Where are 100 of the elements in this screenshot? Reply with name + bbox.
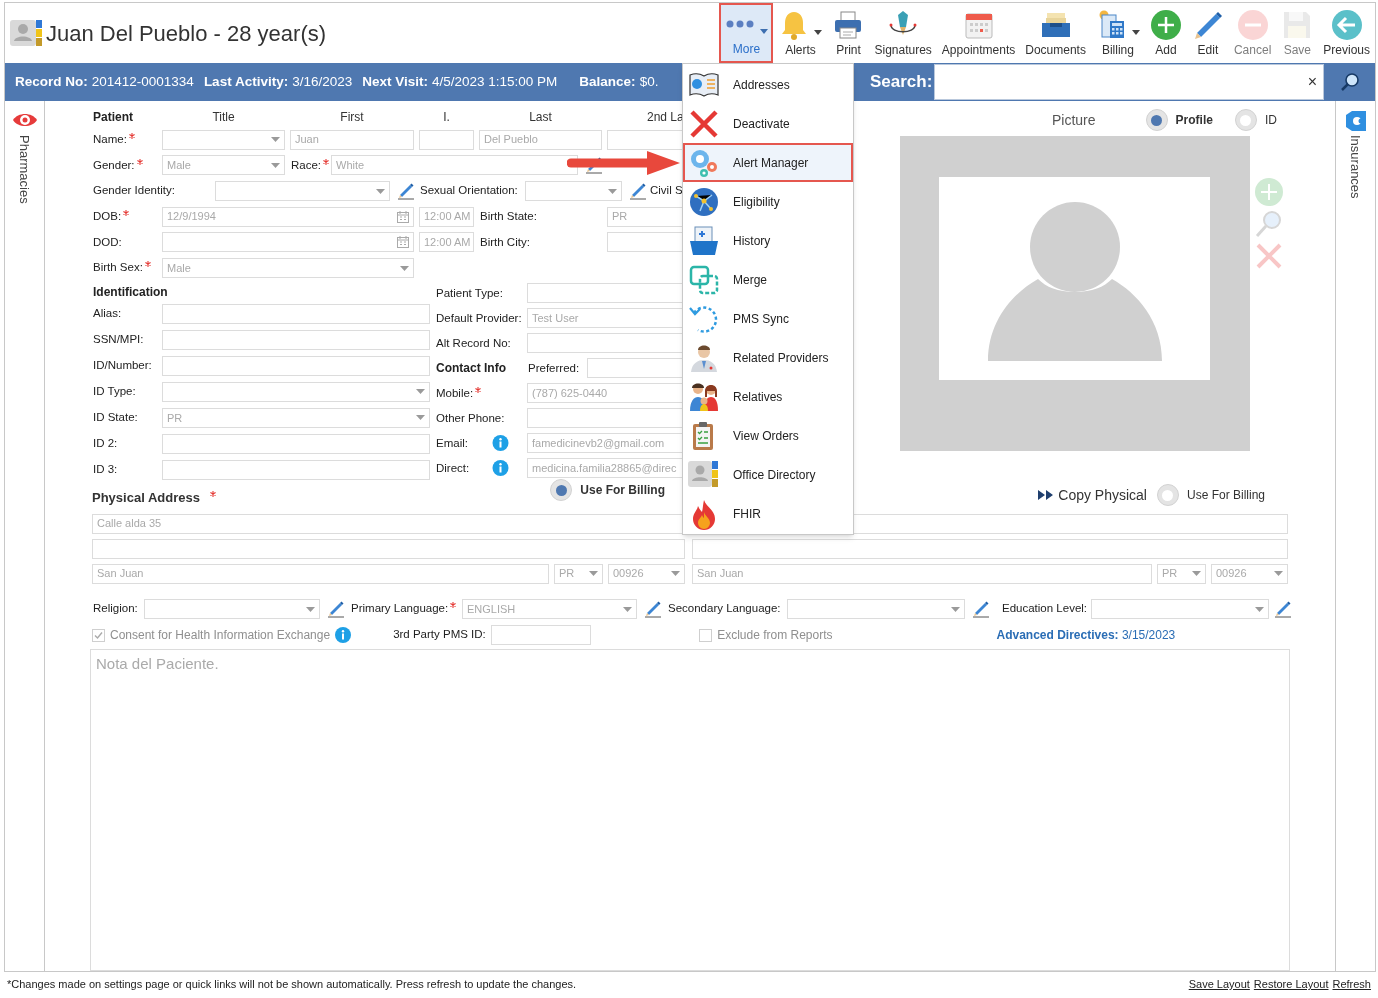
dropdown[interactable] <box>525 181 622 201</box>
calendar-icon[interactable] <box>397 236 409 249</box>
field-label: Gender Identity: <box>93 183 175 199</box>
radio-button[interactable] <box>1234 109 1257 131</box>
field-label: Secondary Language: <box>668 601 781 617</box>
menu-item[interactable]: History <box>683 221 853 260</box>
input-field[interactable] <box>162 355 430 376</box>
input-field[interactable] <box>419 129 474 150</box>
menu-item[interactable]: Eligibility <box>683 182 853 221</box>
input-field[interactable] <box>162 329 430 350</box>
notes-field[interactable]: Nota del Paciente. <box>90 649 1290 971</box>
input-field[interactable] <box>527 283 683 304</box>
input-field[interactable] <box>162 433 430 454</box>
eye-icon[interactable] <box>11 111 38 129</box>
field-label: Birth State: <box>480 209 537 225</box>
info-icon[interactable] <box>335 627 352 643</box>
toolbar-button[interactable]: Print <box>827 3 870 63</box>
dropdown[interactable] <box>144 599 320 619</box>
tag-icon[interactable] <box>1343 111 1368 131</box>
search-icon <box>1339 72 1360 92</box>
pencil-icon[interactable] <box>326 599 346 619</box>
clear-button[interactable]: × <box>1307 70 1317 94</box>
radio-label[interactable]: Use For Billing <box>1186 486 1265 504</box>
field-label: Email: <box>436 435 468 451</box>
dropdown[interactable] <box>162 381 430 402</box>
menu-item[interactable]: View Orders <box>683 416 853 455</box>
pencil-icon[interactable] <box>643 599 663 619</box>
caret-icon <box>1274 571 1283 576</box>
dropdown[interactable] <box>787 599 965 619</box>
toolbar-button[interactable]: Edit <box>1186 3 1229 63</box>
advanced-directives-link[interactable]: Advanced Directives: 3/15/2023 <box>996 626 1176 644</box>
input-field[interactable] <box>527 408 683 429</box>
side-tab[interactable]: Pharmacies <box>14 135 35 204</box>
pencil-icon[interactable] <box>628 181 648 201</box>
field-label: Other Phone: <box>436 410 505 426</box>
patient-card-icon <box>10 18 42 48</box>
column-header: First <box>339 108 365 126</box>
radio-label[interactable]: Profile <box>1175 111 1213 129</box>
radio-button[interactable] <box>550 479 573 501</box>
radio-button[interactable] <box>1156 484 1179 506</box>
toolbar-button[interactable]: More <box>719 3 774 63</box>
info-value: 3/16/2023 <box>292 72 353 91</box>
field-label: ID State: <box>93 410 138 426</box>
menu-item[interactable]: Office Directory <box>683 455 853 494</box>
input-field[interactable] <box>692 538 1288 559</box>
field-label: ID/Number: <box>93 358 152 374</box>
input-field[interactable] <box>162 459 430 480</box>
menu-item[interactable]: PMS Sync <box>683 299 853 338</box>
side-tab[interactable]: Insurances <box>1345 135 1366 199</box>
menu-item[interactable]: FHIR <box>683 494 853 533</box>
caret-icon <box>951 606 960 612</box>
input-field[interactable] <box>527 333 683 354</box>
input-field[interactable] <box>607 129 684 150</box>
caret-icon <box>306 606 315 612</box>
calendar-icon[interactable] <box>397 210 409 223</box>
input-field[interactable] <box>491 625 592 645</box>
menu-item[interactable]: Deactivate <box>683 104 853 143</box>
field-label: Name: <box>93 131 127 147</box>
menu-item[interactable]: Merge <box>683 260 853 299</box>
column-header: I. <box>442 108 451 126</box>
date-field[interactable] <box>162 232 414 253</box>
field-label: 3rd Party PMS ID: <box>393 627 486 643</box>
footer-link[interactable]: Save Layout <box>1188 976 1250 993</box>
toolbar-button[interactable]: Billing <box>1090 3 1145 63</box>
copy-physical-button[interactable]: Copy Physical <box>1038 484 1147 506</box>
folder-document-icon <box>688 224 720 257</box>
info-label: Record No: <box>15 72 88 91</box>
menu-item[interactable]: Addresses <box>683 65 853 104</box>
pencil-icon[interactable] <box>584 155 604 176</box>
column-header: Title <box>211 108 236 126</box>
input-field[interactable] <box>162 303 430 324</box>
pencil-icon[interactable] <box>1273 599 1293 619</box>
toolbar-button[interactable]: Appointments <box>936 3 1021 63</box>
pencil-icon[interactable] <box>971 599 991 619</box>
search-field[interactable]: × <box>934 64 1324 100</box>
input-field[interactable] <box>587 358 683 379</box>
footer-link[interactable]: Refresh <box>1332 976 1371 993</box>
dropdown[interactable] <box>162 129 285 150</box>
radio-button[interactable] <box>1145 109 1168 131</box>
input-field[interactable] <box>607 232 684 253</box>
input-field[interactable] <box>92 538 685 559</box>
toolbar-button[interactable]: Add <box>1144 3 1187 63</box>
info-value: 4/5/2023 1:15:00 PM <box>432 72 558 91</box>
radio-label[interactable]: Use For Billing <box>580 481 665 499</box>
pencil-icon[interactable] <box>396 181 416 201</box>
footer-link[interactable]: Restore Layout <box>1253 976 1329 993</box>
caret-icon <box>1192 571 1201 576</box>
dropdown[interactable] <box>215 181 390 201</box>
menu-item[interactable]: Relatives <box>683 377 853 416</box>
magnifier-icon[interactable] <box>1255 210 1283 238</box>
check-icon <box>94 630 103 640</box>
toolbar-button[interactable]: Signatures <box>869 3 937 63</box>
toolbar-button[interactable]: Alerts <box>773 3 828 63</box>
toolbar-button[interactable]: Documents <box>1020 3 1091 63</box>
toolbar-button[interactable]: Previous <box>1318 3 1375 63</box>
menu-item[interactable]: Alert Manager <box>683 143 853 182</box>
radio-label[interactable]: ID <box>1264 111 1277 129</box>
menu-item[interactable]: Related Providers <box>683 338 853 377</box>
plus-icon[interactable] <box>1255 178 1283 206</box>
close-icon[interactable] <box>1255 242 1283 270</box>
